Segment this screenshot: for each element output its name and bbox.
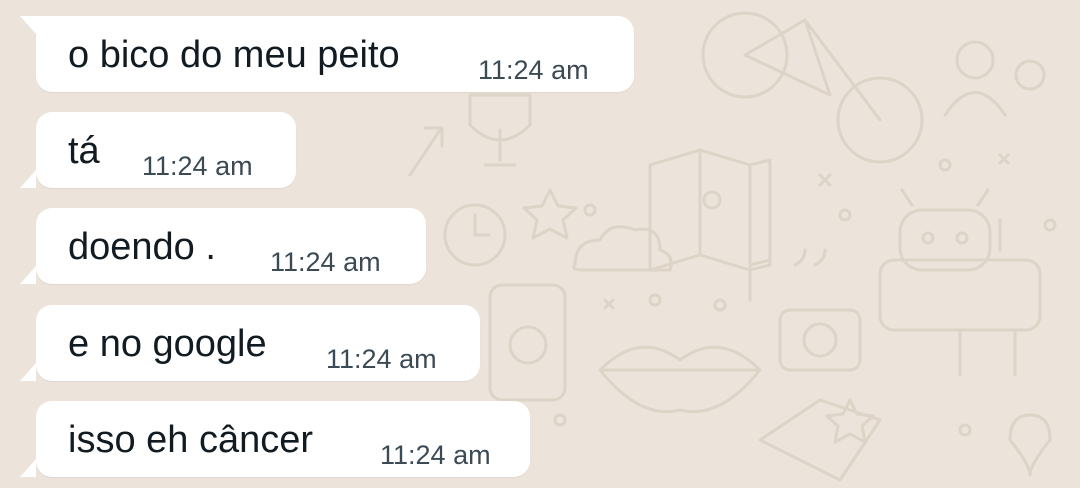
message-time: 11:24 am — [142, 151, 253, 181]
message-time: 11:24 am — [380, 440, 491, 470]
message-time: 11:24 am — [270, 247, 381, 277]
bubble-tail — [20, 363, 36, 381]
message-text: tá — [68, 130, 100, 172]
message-text: doendo . — [68, 226, 216, 268]
message-text: isso eh câncer — [68, 419, 314, 461]
message-bubble[interactable]: tá 11:24 am — [20, 112, 296, 188]
message-bubble[interactable]: isso eh câncer 11:24 am — [20, 401, 530, 477]
bubble-tail — [20, 459, 36, 477]
message-text: o bico do meu peito — [68, 34, 400, 76]
message-bubble[interactable]: e no google 11:24 am — [20, 305, 480, 381]
bubble-tail — [20, 266, 36, 284]
bubble-tail — [20, 16, 36, 34]
message-list: o bico do meu peito 11:24 am tá 11:24 am… — [0, 0, 1080, 488]
message-text: e no google — [68, 323, 267, 365]
message-bubble[interactable]: doendo . 11:24 am — [20, 208, 426, 284]
message-bubble[interactable]: o bico do meu peito 11:24 am — [20, 16, 634, 92]
bubble-tail — [20, 170, 36, 188]
message-time: 11:24 am — [326, 344, 437, 374]
message-time: 11:24 am — [478, 55, 589, 85]
